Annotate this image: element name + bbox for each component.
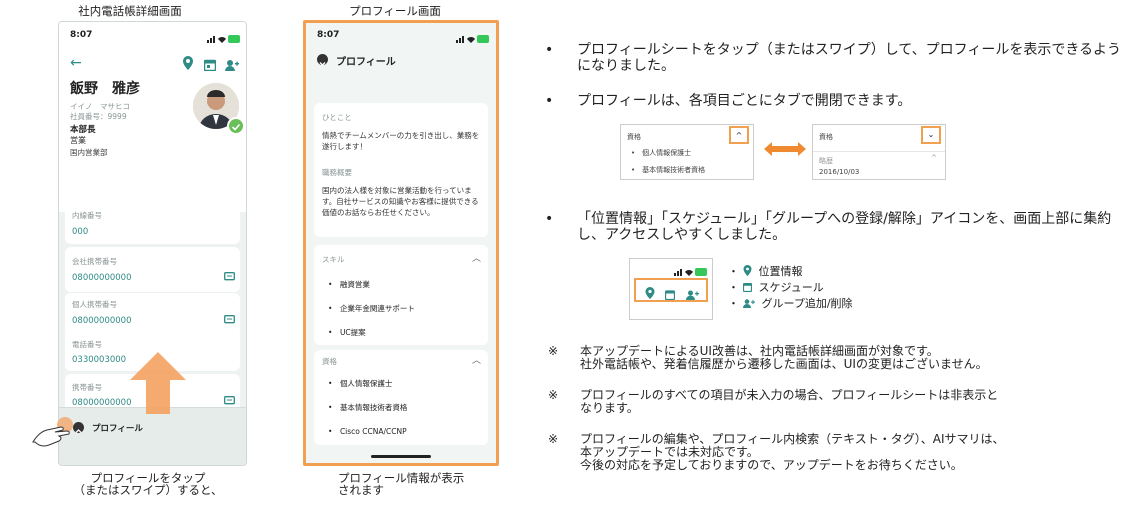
left-bottom-caption: プロフィールをタップ （またはスワイプ）すると、: [73, 471, 223, 497]
location-icon[interactable]: [182, 55, 194, 74]
field-label: 個人携帯番号: [72, 300, 117, 309]
job-label: 職務概要: [322, 168, 352, 177]
legend-schedule: ・ スケジュール: [728, 281, 824, 294]
message-icon[interactable]: [224, 267, 235, 286]
swipe-up-arrow-icon: [130, 352, 186, 418]
person-name: 飯野 雅彦: [70, 81, 140, 97]
field-label: 電話番号: [72, 340, 102, 349]
status-time: 8:07: [317, 30, 340, 40]
chevron-up-icon[interactable]: ^: [729, 126, 749, 144]
message-icon[interactable]: [224, 310, 235, 329]
skill-item: • 融資営業: [328, 280, 370, 289]
field-value[interactable]: 08000000000: [72, 316, 132, 326]
field-value[interactable]: 0330003000: [72, 355, 126, 365]
profile-tab-label: プロフィール: [92, 424, 143, 434]
field-card: 内線番号 000: [65, 198, 240, 244]
skill-item: • UC提案: [328, 328, 366, 337]
status-icons: [207, 29, 241, 48]
job-text: 国内の法人様を対象に営業活動を行っています。自社サービスの知識やお客様に提供でき…: [322, 186, 479, 217]
bullet-1: • プロフィールシートをタップ（またはスワイプ）して、プロフィールを表示できるよ…: [545, 42, 1122, 74]
hitokoto-text: 情熱でチームメンバーの力を引き出し、業務を遂行します！: [322, 131, 480, 151]
calendar-icon[interactable]: [203, 56, 217, 75]
profile-summary-card: ひとこと 情熱でチームメンバーの力を引き出し、業務を遂行します！ 職務概要 国内…: [314, 103, 488, 237]
online-check-icon: [227, 117, 245, 135]
skill-label: スキル: [322, 255, 345, 264]
qual-label: 資格: [322, 357, 337, 366]
chevron-down-icon[interactable]: [317, 54, 328, 66]
qual-item: • 個人情報保護士: [328, 379, 393, 388]
field-label: 携帯番号: [72, 383, 102, 392]
group-add-icon[interactable]: [686, 285, 699, 304]
double-arrow-icon: [764, 141, 806, 160]
icon-legend: ・ 位置情報 ・ スケジュール ・ グループ追加/削除: [728, 264, 853, 312]
location-icon[interactable]: [645, 284, 655, 303]
tap-hand-icon: [29, 414, 79, 454]
qual-item: • Cisco CCNA/CCNP: [328, 427, 407, 436]
phone-profile-screen: 8:07 プロフィール ひとこと 情熱でチームメンバーの力を引き出し、業務を遂行…: [303, 20, 499, 466]
skill-section[interactable]: スキル ︿ • 融資営業 • 企業年金関連サポート • UC提案: [314, 245, 488, 345]
field-value[interactable]: 000: [72, 227, 88, 237]
person-section: 国内営業部: [70, 148, 108, 157]
left-screen-title: 社内電話帳詳細画面: [78, 4, 182, 18]
chevron-down-icon[interactable]: ⌄: [921, 126, 941, 144]
chevron-up-icon[interactable]: ︿: [472, 251, 481, 264]
group-add-icon: [742, 299, 755, 308]
hitokoto-label: ひとこと: [322, 113, 352, 122]
location-icon: [743, 265, 751, 276]
note-1: ※ 本アップデートによるUI改善は、社内電話帳詳細画面が対象です。 社外電話帳や…: [548, 344, 988, 371]
qualification-section[interactable]: 資格 ︿ • 個人情報保護士 • 基本情報技術者資格 • Cisco CCNA/…: [314, 350, 488, 445]
back-arrow-icon[interactable]: ←: [70, 55, 82, 71]
field-label: 会社携帯番号: [72, 257, 117, 266]
tab-closed-example: 資格 ⌄ 略歴 ^ 2016/10/03: [812, 124, 946, 180]
calendar-icon[interactable]: [664, 285, 676, 304]
field-value[interactable]: 08000000000: [72, 273, 132, 283]
middle-bottom-caption: プロフィール情報が表示 されます: [338, 471, 465, 497]
calendar-icon: [742, 282, 752, 293]
group-add-icon[interactable]: [225, 56, 239, 75]
middle-screen-title: プロフィール画面: [349, 4, 441, 18]
chevron-up-icon[interactable]: ︿: [472, 353, 481, 366]
employee-number: 社員番号：9999: [70, 112, 127, 121]
status-time: 8:07: [70, 30, 93, 40]
person-dept: 営業: [70, 136, 86, 145]
icon-bar-example: [629, 258, 713, 320]
legend-group: ・ グループ追加/削除: [728, 297, 853, 310]
bullet-2: • プロフィールは、各項目ごとにタブで開閉できます。: [545, 93, 912, 109]
qual-item: • 基本情報技術者資格: [328, 403, 408, 412]
note-2: ※ プロフィールのすべての項目が未入力の場合、プロフィールシートは非表示と なり…: [548, 388, 999, 415]
field-card: 会社携帯番号 08000000000: [65, 247, 240, 292]
home-indicator: [371, 455, 431, 458]
skill-item: • 企業年金関連サポート: [328, 304, 415, 313]
status-icons: [456, 29, 490, 48]
field-label: 内線番号: [72, 211, 102, 220]
profile-header: プロフィール: [336, 57, 396, 68]
tab-open-example: 資格 ^ • 個人情報保護士 • 基本情報技術者資格: [620, 124, 754, 180]
person-title: 本部長: [70, 125, 96, 135]
legend-location: ・ 位置情報: [728, 265, 803, 278]
bullet-3: • 「位置情報」「スケジュール」「グループへの登録/解除」アイコンを、画面上部に…: [545, 211, 1112, 243]
note-3: ※ プロフィールの編集や、プロフィール内検索（テキスト・タグ）、AIサマリは、 …: [548, 432, 1005, 472]
